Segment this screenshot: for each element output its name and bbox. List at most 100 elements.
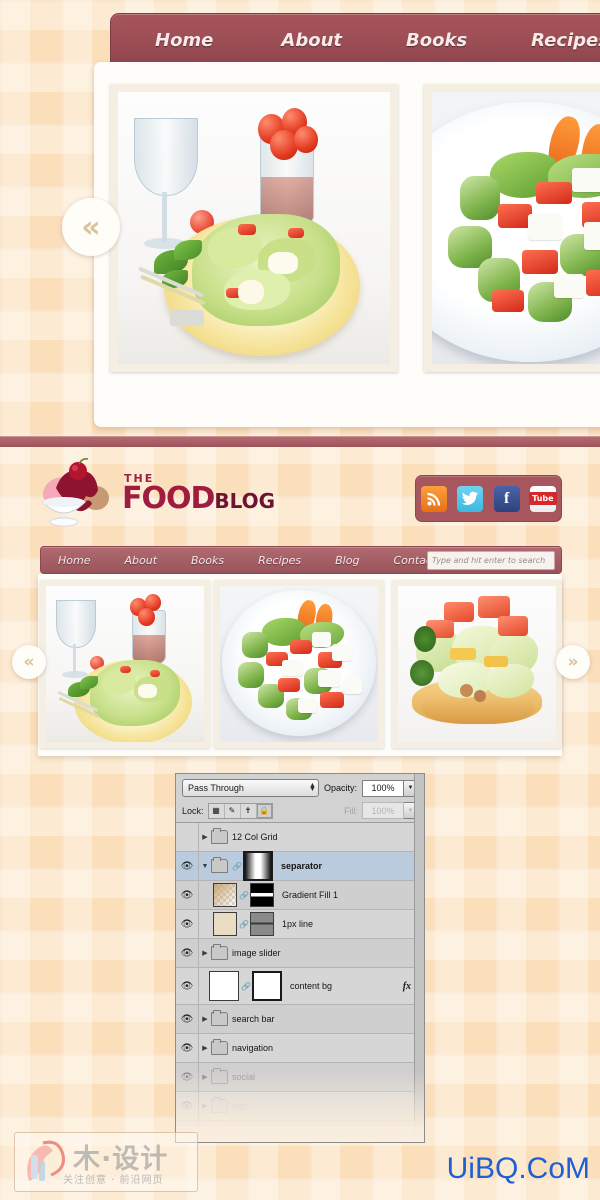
layer-name: 1px line bbox=[282, 919, 314, 929]
blend-mode-select[interactable]: Pass Through ▲ ▼ bbox=[182, 779, 319, 797]
layer-visibility-toggle[interactable]: 👁 bbox=[176, 1063, 199, 1091]
folder-icon bbox=[211, 1097, 228, 1113]
top-preview-section: Home About Books Recipes Blog bbox=[0, 0, 600, 441]
blend-mode-value: Pass Through bbox=[188, 783, 244, 793]
nav-item-home[interactable]: Home bbox=[41, 554, 107, 567]
top-nav-item-about[interactable]: About bbox=[271, 30, 352, 51]
eye-icon: 👁 bbox=[180, 947, 194, 959]
layer-name: navigation bbox=[232, 1043, 274, 1053]
eye-icon: 👁 bbox=[180, 889, 194, 901]
link-icon[interactable]: 🔗 bbox=[239, 891, 249, 900]
eye-icon: 👁 bbox=[180, 860, 194, 872]
top-nav-item-home[interactable]: Home bbox=[145, 30, 223, 51]
lock-image-icon[interactable]: ✎ bbox=[224, 803, 241, 818]
link-icon[interactable]: 🔗 bbox=[239, 920, 249, 929]
chevron-right-icon[interactable]: ▶ bbox=[199, 1131, 211, 1139]
slider-image-2[interactable] bbox=[424, 84, 600, 372]
chevron-right-icon[interactable]: ▶ bbox=[199, 1044, 211, 1052]
layer-thumbnail[interactable] bbox=[213, 912, 237, 936]
site-logo[interactable]: THE FOODBLOG bbox=[40, 458, 275, 528]
eye-icon: 👁 bbox=[180, 918, 194, 930]
layers-panel-scrollbar[interactable] bbox=[414, 774, 424, 1142]
chevron-right-icon[interactable]: ▶ bbox=[199, 833, 211, 841]
layer-effects-label[interactable]: fx bbox=[403, 981, 414, 992]
layer-row-content-bg[interactable]: 👁 🔗 content bg fx ▼ bbox=[176, 968, 424, 1005]
eye-icon: 👁 bbox=[180, 980, 194, 992]
opacity-value[interactable]: 100% bbox=[362, 779, 404, 797]
layer-row-separator[interactable]: 👁 ▼ 🔗 separator bbox=[176, 851, 424, 881]
thumbnail-slider-next-arrow-icon[interactable]: » bbox=[556, 645, 590, 679]
slider-prev-arrow-icon[interactable]: « bbox=[62, 198, 120, 256]
top-navigation-bar[interactable]: Home About Books Recipes Blog bbox=[110, 13, 600, 67]
lock-transparency-icon[interactable]: ▦ bbox=[208, 803, 225, 818]
chevron-right-icon[interactable]: ▶ bbox=[199, 1015, 211, 1023]
slider-image-1[interactable] bbox=[110, 84, 398, 372]
layer-name: separator bbox=[281, 861, 323, 871]
layer-mask-thumbnail[interactable] bbox=[250, 912, 274, 936]
link-icon[interactable]: 🔗 bbox=[232, 862, 242, 871]
fill-value[interactable]: 100% bbox=[362, 802, 404, 819]
layer-name: top bar bbox=[232, 1130, 261, 1140]
facebook-icon[interactable]: f bbox=[493, 485, 520, 512]
thumbnail-slider-prev-arrow-icon[interactable]: « bbox=[12, 645, 46, 679]
link-icon[interactable]: 🔗 bbox=[241, 982, 251, 991]
layer-row-top-bar[interactable]: 👁 ▶ top bar bbox=[176, 1121, 424, 1142]
layer-row-image-slider[interactable]: 👁 ▶ image slider bbox=[176, 939, 424, 968]
folder-icon bbox=[211, 1010, 228, 1026]
layer-visibility-toggle[interactable]: 👁 bbox=[176, 1034, 199, 1062]
layer-row-search-bar[interactable]: 👁 ▶ search bar bbox=[176, 1005, 424, 1034]
chevron-down-icon[interactable]: ▼ bbox=[199, 863, 211, 870]
lock-buttons-group: ▦ ✎ ✝ 🔒 bbox=[207, 802, 273, 819]
twitter-icon[interactable] bbox=[457, 485, 484, 512]
thumbnail-slide-3[interactable] bbox=[392, 580, 562, 748]
layer-row-social[interactable]: 👁 ▶ social bbox=[176, 1063, 424, 1092]
layer-visibility-toggle[interactable]: 👁 bbox=[176, 1092, 199, 1120]
folder-icon bbox=[211, 1039, 228, 1055]
thumbnail-slide-1[interactable] bbox=[40, 580, 210, 748]
layer-visibility-toggle[interactable]: 👁 bbox=[176, 939, 199, 967]
layers-list: ▶ 12 Col Grid 👁 ▼ 🔗 separator 👁 🔗 Gradie… bbox=[176, 822, 424, 1142]
chevron-updown-icon[interactable]: ▲ ▼ bbox=[309, 782, 316, 793]
nav-item-blog[interactable]: Blog bbox=[318, 554, 376, 567]
top-nav-item-books[interactable]: Books bbox=[396, 30, 477, 51]
folder-icon bbox=[211, 1068, 228, 1084]
layer-visibility-toggle[interactable]: 👁 bbox=[176, 910, 199, 938]
rss-icon[interactable] bbox=[421, 485, 448, 512]
main-navigation-bar[interactable]: Home About Books Recipes Blog Contact Ty… bbox=[40, 546, 562, 574]
chevron-right-icon[interactable]: ▶ bbox=[199, 949, 211, 957]
layer-visibility-toggle[interactable]: 👁 bbox=[176, 968, 199, 1004]
layer-visibility-toggle[interactable]: 👁 bbox=[176, 881, 199, 909]
lock-position-icon[interactable]: ✝ bbox=[240, 803, 257, 818]
layer-row-gradient-fill-1[interactable]: 👁 🔗 Gradient Fill 1 bbox=[176, 881, 424, 910]
layer-visibility-toggle[interactable]: 👁 bbox=[176, 852, 199, 880]
layer-thumbnail[interactable] bbox=[209, 971, 239, 1001]
search-input[interactable]: Type and hit enter to search bbox=[427, 551, 555, 570]
top-nav-item-recipes[interactable]: Recipes bbox=[521, 30, 600, 51]
layer-visibility-toggle[interactable] bbox=[176, 823, 199, 851]
layer-mask-thumbnail[interactable] bbox=[252, 971, 282, 1001]
layer-row-navigation[interactable]: 👁 ▶ navigation bbox=[176, 1034, 424, 1063]
chevron-right-icon[interactable]: ▶ bbox=[199, 1073, 211, 1081]
chevron-right-icon[interactable]: ▶ bbox=[199, 1102, 211, 1110]
watermark-left-subtext: 关注创意 · 前沿网页 bbox=[63, 1175, 164, 1186]
layer-thumbnail[interactable] bbox=[213, 883, 237, 907]
layer-name: content bg bbox=[290, 981, 333, 991]
layer-name: social bbox=[232, 1072, 256, 1082]
layers-panel-header: Pass Through ▲ ▼ Opacity: 100% ▼ Lock: ▦ … bbox=[176, 774, 424, 822]
layer-mask-thumbnail[interactable] bbox=[243, 851, 273, 881]
eye-icon: 👁 bbox=[180, 1100, 194, 1112]
layer-row-12-col-grid[interactable]: ▶ 12 Col Grid bbox=[176, 823, 424, 852]
nav-item-books[interactable]: Books bbox=[174, 554, 241, 567]
nav-item-about[interactable]: About bbox=[107, 554, 174, 567]
thumbnail-slide-2[interactable] bbox=[214, 580, 384, 748]
layer-visibility-toggle[interactable]: 👁 bbox=[176, 1005, 199, 1033]
youtube-icon[interactable]: Tube bbox=[529, 485, 557, 512]
layer-mask-thumbnail[interactable] bbox=[250, 883, 274, 907]
layer-row-1px-line[interactable]: 👁 🔗 1px line bbox=[176, 910, 424, 939]
eye-icon: 👁 bbox=[180, 1013, 194, 1025]
nav-item-recipes[interactable]: Recipes bbox=[241, 554, 318, 567]
section-separator-bar bbox=[0, 436, 600, 447]
opacity-label: Opacity: bbox=[323, 783, 357, 793]
lock-all-icon[interactable]: 🔒 bbox=[256, 803, 272, 818]
layer-row-logo[interactable]: 👁 ▶ logo bbox=[176, 1092, 424, 1121]
